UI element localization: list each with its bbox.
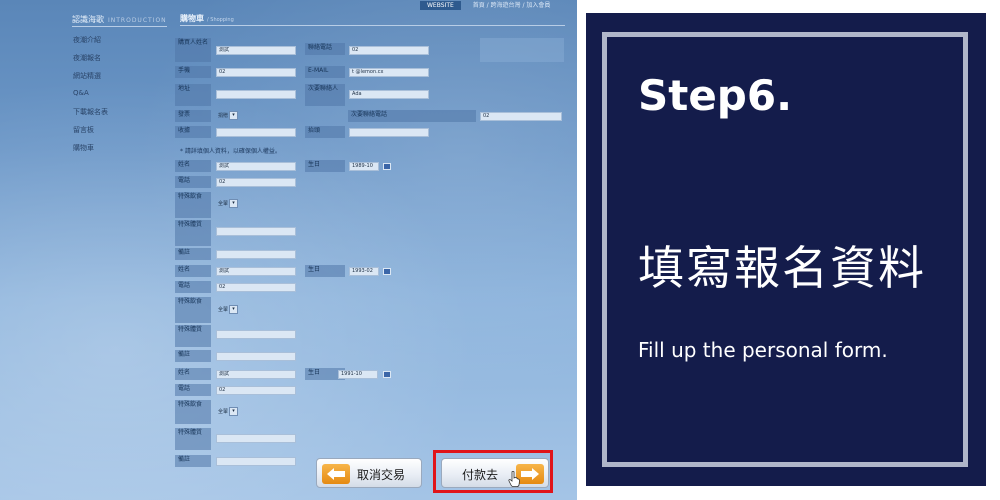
pay-button-highlight	[433, 450, 553, 493]
contact-phone-label: 聯絡電話	[305, 43, 345, 55]
second-contact-label: 次要聯絡人	[305, 84, 345, 106]
chevron-down-icon[interactable]: ▾	[229, 111, 239, 120]
second-contact-input[interactable]: Ada	[349, 90, 429, 99]
diet-select-value: 全葷	[218, 201, 229, 207]
payment-select[interactable]: 捐贈 ▾	[218, 111, 239, 120]
arrow-left-icon	[322, 464, 350, 484]
participant-diet-label: 特殊飲食	[175, 192, 211, 218]
chevron-down-icon[interactable]: ▾	[229, 199, 239, 208]
sidebar-title: 認識海歌 INTRODUCTION	[72, 14, 167, 25]
receipt-input[interactable]	[216, 128, 296, 137]
participant-1-phone-input[interactable]: 02	[216, 178, 296, 187]
form-note: * 請詳填個人資料，以確保個人權益。	[180, 148, 281, 155]
title-divider	[180, 25, 565, 26]
participant-3-name-input[interactable]: 測試	[216, 370, 296, 379]
website-screenshot: WEBSITE 首頁 / 跨海遊台灣 / 加入會員 認識海歌 INTRODUCTI…	[0, 0, 577, 500]
second-phone-input[interactable]: 02	[480, 112, 562, 121]
participant-2-birthday-input[interactable]: 1993-02	[349, 267, 379, 276]
participant-remarks-label: 備註	[175, 248, 211, 260]
participant-1-name-input[interactable]: 測試	[216, 162, 296, 171]
sidebar-item-featured[interactable]: 網站精選	[73, 71, 101, 81]
calendar-icon[interactable]	[383, 268, 391, 275]
participant-3-phone-input[interactable]: 02	[216, 386, 296, 395]
tax-id-input[interactable]	[349, 128, 429, 137]
participant-3-diet-select[interactable]: 全葷 ▾	[218, 407, 239, 416]
participant-1-diet-select[interactable]: 全葷 ▾	[218, 199, 239, 208]
chevron-down-icon[interactable]: ▾	[229, 407, 239, 416]
participant-2-diet-select[interactable]: 全葷 ▾	[218, 305, 239, 314]
participant-health-label: 特殊體質	[175, 428, 211, 450]
calendar-icon[interactable]	[383, 163, 391, 170]
participant-phone-label: 電話	[175, 281, 211, 293]
address-label: 地址	[175, 84, 211, 106]
participant-1-birthday-input[interactable]: 1989-10	[349, 162, 379, 171]
step-title-zh: 填寫報名資料	[638, 241, 926, 295]
sidebar-title-en: INTRODUCTION	[108, 17, 167, 24]
participant-name-label: 姓名	[175, 160, 211, 172]
payment-label: 發票	[175, 110, 211, 122]
participant-birthday-label: 生日	[305, 160, 345, 172]
participant-3-birthday-input[interactable]: 1991-10	[338, 370, 378, 379]
cancel-button-label: 取消交易	[357, 468, 406, 482]
participant-2-name-input[interactable]: 測試	[216, 267, 296, 276]
buyer-empty-cell	[480, 38, 564, 62]
tax-id-label: 抬頭	[305, 126, 345, 138]
participant-phone-label: 電話	[175, 384, 211, 396]
sidebar-item-cart[interactable]: 購物車	[73, 143, 94, 153]
sidebar-item-guestbook[interactable]: 留言板	[73, 125, 94, 135]
participant-health-label: 特殊體質	[175, 325, 211, 347]
sidebar-item-register[interactable]: 夜潮報名	[73, 53, 101, 63]
participant-2-remarks-input[interactable]	[216, 352, 296, 361]
participant-1-health-input[interactable]	[216, 227, 296, 236]
sidebar-item-download-form[interactable]: 下載報名表	[73, 107, 108, 117]
top-nav-links[interactable]: 首頁 / 跨海遊台灣 / 加入會員	[473, 2, 551, 9]
mobile-input[interactable]: 02	[216, 68, 296, 77]
cancel-transaction-button[interactable]: 取消交易	[316, 458, 422, 488]
address-input[interactable]	[216, 90, 296, 99]
page-title-en: / Shopping	[207, 17, 234, 23]
step-subtitle-en: Fill up the personal form.	[638, 338, 888, 362]
diet-select-value: 全葷	[218, 409, 229, 415]
sidebar-item-qa[interactable]: Q&A	[73, 89, 89, 97]
participant-health-label: 特殊體質	[175, 220, 211, 246]
participant-remarks-label: 備註	[175, 350, 211, 362]
step-title: Step6.	[638, 71, 793, 120]
calendar-icon[interactable]	[383, 371, 391, 378]
top-nav: WEBSITE 首頁 / 跨海遊台灣 / 加入會員	[420, 0, 551, 10]
participant-diet-label: 特殊飲食	[175, 400, 211, 424]
page-title: 購物車 / Shopping	[180, 13, 234, 24]
participant-3-remarks-input[interactable]	[216, 457, 296, 466]
chevron-down-icon[interactable]: ▾	[229, 305, 239, 314]
buyer-name-label: 購買人姓名	[175, 38, 211, 62]
diet-select-value: 全葷	[218, 307, 229, 313]
participant-birthday-label: 生日	[305, 265, 345, 277]
participant-2-health-input[interactable]	[216, 330, 296, 339]
participant-diet-label: 特殊飲食	[175, 297, 211, 323]
email-input[interactable]: t @lemon.cx	[349, 68, 429, 77]
sidebar-item-intro[interactable]: 夜潮介紹	[73, 35, 101, 45]
buyer-name-input[interactable]: 測試	[216, 46, 296, 55]
instruction-panel: Step6. 填寫報名資料 Fill up the personal form.	[586, 13, 986, 486]
participant-3-health-input[interactable]	[216, 434, 296, 443]
participant-name-label: 姓名	[175, 368, 211, 380]
sidebar-title-text: 認識海歌	[72, 15, 104, 24]
website-tag: WEBSITE	[420, 1, 461, 10]
participant-2-phone-input[interactable]: 02	[216, 283, 296, 292]
participant-remarks-label: 備註	[175, 455, 211, 467]
participant-1-remarks-input[interactable]	[216, 250, 296, 259]
second-phone-label: 次要聯絡電話	[348, 110, 476, 122]
payment-select-value: 捐贈	[218, 113, 229, 119]
contact-phone-input[interactable]: 02	[349, 46, 429, 55]
sidebar-divider	[72, 26, 167, 27]
participant-phone-label: 電話	[175, 176, 211, 188]
receipt-label: 收據	[175, 126, 211, 138]
email-label: E-MAIL	[305, 66, 345, 78]
page-title-text: 購物車	[180, 14, 204, 23]
mobile-label: 手機	[175, 66, 211, 78]
participant-name-label: 姓名	[175, 265, 211, 277]
